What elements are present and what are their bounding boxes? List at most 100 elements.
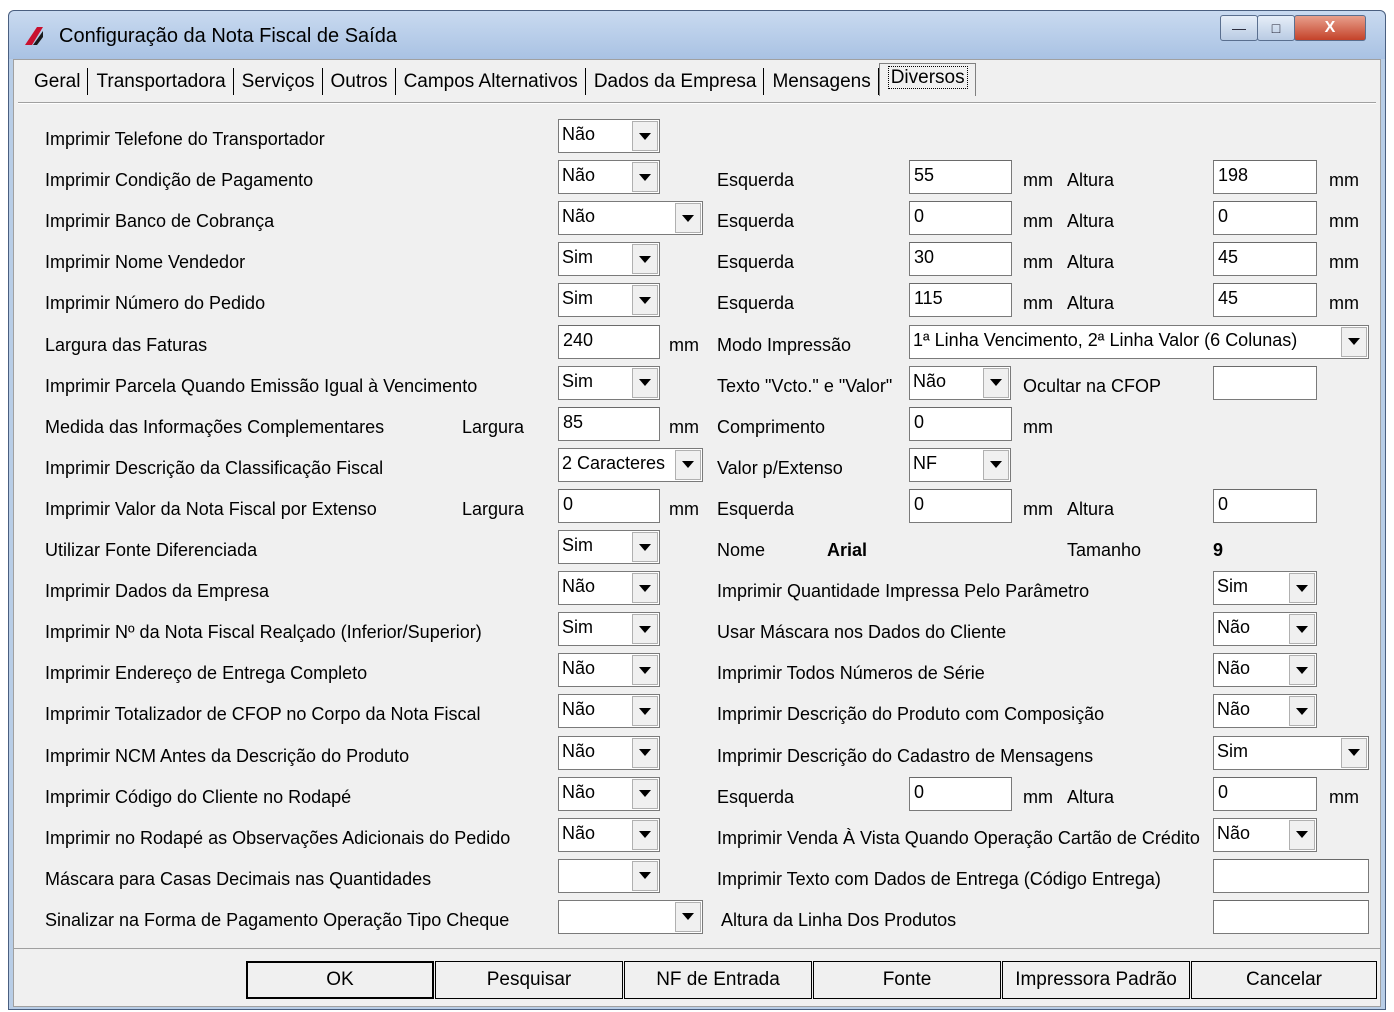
left-label-0: Imprimir Telefone do Transportador	[45, 129, 325, 149]
numeros_serie-combo[interactable]: Não	[1213, 653, 1317, 688]
desc_mensagens-combo[interactable]: Sim	[1213, 735, 1369, 770]
left-label-3: Imprimir Nome Vendedor	[45, 252, 246, 273]
left-combo-4[interactable]: Sim	[558, 283, 660, 318]
left-field-9[interactable]: 0	[558, 488, 660, 523]
maximize-button[interactable]: □	[1257, 15, 1295, 41]
venda_vista-combo[interactable]: Não	[1213, 817, 1317, 852]
pesquisar-button[interactable]: Pesquisar	[435, 961, 623, 999]
left-combo-17[interactable]: Não	[558, 817, 660, 852]
left-combo-13[interactable]: Não	[558, 653, 660, 688]
dialog-client: Geral Transportadora Serviços Outros Cam…	[13, 59, 1381, 1007]
left-combo-18[interactable]	[558, 858, 660, 893]
dropdown-arrow-icon[interactable]	[632, 737, 658, 768]
altura-field[interactable]: 0	[1213, 201, 1317, 236]
esquerda-field[interactable]: 0	[909, 201, 1012, 236]
dropdown-arrow-icon[interactable]	[675, 901, 701, 932]
tab-panel-diversos: Imprimir Telefone do Transportador Imprim…	[14, 104, 1380, 944]
dropdown-arrow-icon[interactable]	[983, 449, 1009, 480]
dropdown-arrow-icon[interactable]	[632, 244, 658, 275]
modo-impressao-combo[interactable]: 1ª Linha Vencimento, 2ª Linha Valor (6 C…	[909, 324, 1369, 359]
dropdown-arrow-icon[interactable]	[632, 367, 658, 398]
left-combo-15[interactable]: Não	[558, 735, 660, 770]
fonte-button[interactable]: Fonte	[813, 961, 1001, 999]
modo-impressao-label: Modo Impressão	[717, 334, 852, 355]
esquerda-field[interactable]: 30	[909, 242, 1012, 277]
left-combo-3[interactable]: Sim	[558, 242, 660, 277]
altura-field[interactable]: 0	[1213, 488, 1317, 523]
close-button[interactable]: X	[1294, 15, 1366, 41]
altura-field[interactable]: 45	[1213, 283, 1317, 318]
left-combo-6[interactable]: Sim	[558, 365, 660, 400]
left-combo-11[interactable]: Não	[558, 571, 660, 606]
dropdown-arrow-icon[interactable]	[632, 162, 658, 193]
esquerda-field[interactable]: 115	[909, 283, 1012, 318]
dropdown-arrow-icon[interactable]	[1341, 326, 1367, 357]
tab-mensagens[interactable]: Mensagens	[764, 68, 879, 95]
left-combo-2[interactable]: Não	[558, 201, 703, 236]
left-field-5[interactable]: 240	[558, 324, 660, 359]
impressora-padrao-button[interactable]: Impressora Padrão	[1002, 961, 1190, 999]
esquerda-field[interactable]: 0	[909, 776, 1012, 811]
altura-field[interactable]: 0	[1213, 776, 1317, 811]
ocultar-cfop-field[interactable]	[1213, 365, 1317, 400]
dropdown-arrow-icon[interactable]	[632, 532, 658, 562]
dropdown-arrow-icon[interactable]	[632, 819, 658, 850]
texto-entrega-field[interactable]	[1213, 858, 1369, 893]
tab-servicos[interactable]: Serviços	[234, 68, 323, 95]
left-field-7[interactable]: 85	[558, 406, 660, 441]
dropdown-arrow-icon[interactable]	[1289, 573, 1315, 604]
altura-field[interactable]: 45	[1213, 242, 1317, 277]
dropdown-arrow-icon[interactable]	[1289, 696, 1315, 727]
esquerda-label: Esquerda	[717, 498, 795, 519]
tab-dados-empresa[interactable]: Dados da Empresa	[586, 68, 765, 95]
left-combo-12[interactable]: Sim	[558, 612, 660, 647]
left-combo-8[interactable]: 2 Caracteres	[558, 447, 703, 482]
altura-linha-label: Altura da Linha Dos Produtos	[721, 909, 957, 930]
valor-extenso-combo[interactable]: NF	[909, 447, 1011, 482]
tab-diversos[interactable]: Diversos	[878, 63, 976, 96]
ok-button[interactable]: OK	[246, 961, 434, 999]
tab-campos-alternativos[interactable]: Campos Alternativos	[396, 68, 586, 95]
altura-field[interactable]: 198	[1213, 160, 1317, 195]
dropdown-arrow-icon[interactable]	[632, 121, 658, 151]
mm-label: mm	[1023, 170, 1053, 191]
dropdown-arrow-icon[interactable]	[632, 285, 658, 316]
dropdown-arrow-icon[interactable]	[1341, 737, 1367, 768]
esquerda-label: Esquerda	[717, 786, 795, 807]
texto-vcto-label: Texto "Vcto." e "Valor"	[717, 375, 893, 396]
dropdown-arrow-icon[interactable]	[675, 449, 701, 480]
texto-vcto-combo[interactable]: Não	[909, 365, 1011, 400]
dropdown-arrow-icon[interactable]	[983, 367, 1009, 398]
dropdown-arrow-icon[interactable]	[675, 203, 701, 234]
dropdown-arrow-icon[interactable]	[632, 614, 658, 645]
esquerda-field[interactable]: 0	[909, 488, 1012, 523]
esquerda-field[interactable]: 55	[909, 160, 1012, 195]
dropdown-arrow-icon[interactable]	[1289, 614, 1315, 645]
left-combo-1[interactable]: Não	[558, 160, 660, 195]
comprimento-field[interactable]: 0	[909, 406, 1012, 441]
cancelar-button[interactable]: Cancelar	[1191, 961, 1377, 999]
desc_composicao-combo[interactable]: Não	[1213, 694, 1317, 729]
nf-entrada-button[interactable]: NF de Entrada	[624, 961, 812, 999]
altura-linha-field[interactable]	[1213, 899, 1369, 934]
dropdown-arrow-icon[interactable]	[632, 696, 658, 727]
dropdown-arrow-icon[interactable]	[632, 860, 658, 891]
left-combo-0[interactable]: Não	[558, 119, 660, 153]
left-combo-19[interactable]	[558, 899, 703, 934]
dropdown-arrow-icon[interactable]	[1289, 819, 1315, 850]
minimize-button[interactable]: —	[1220, 15, 1258, 41]
left-label-18: Máscara para Casas Decimais nas Quantida…	[45, 868, 432, 889]
font-name-value: Arial	[827, 540, 868, 560]
mascara_cliente-combo[interactable]: Não	[1213, 612, 1317, 647]
left-combo-16[interactable]: Não	[558, 776, 660, 811]
dropdown-arrow-icon[interactable]	[632, 573, 658, 604]
qtd_parametro-combo[interactable]: Sim	[1213, 571, 1317, 606]
dropdown-arrow-icon[interactable]	[1289, 655, 1315, 686]
tab-geral[interactable]: Geral	[26, 68, 89, 95]
dropdown-arrow-icon[interactable]	[632, 778, 658, 809]
dropdown-arrow-icon[interactable]	[632, 655, 658, 686]
left-combo-14[interactable]: Não	[558, 694, 660, 729]
tab-outros[interactable]: Outros	[323, 68, 396, 95]
tab-transportadora[interactable]: Transportadora	[88, 68, 234, 95]
left-combo-10[interactable]: Sim	[558, 530, 660, 564]
